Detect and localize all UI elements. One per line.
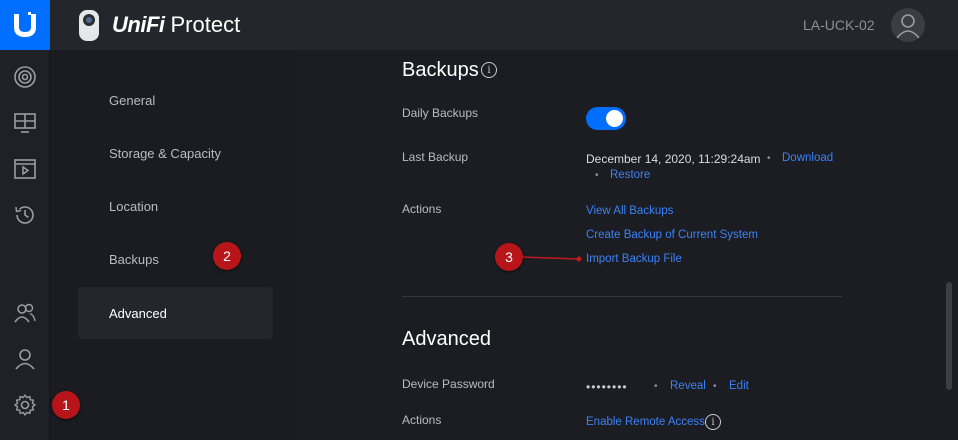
annotation-marker-2: 2 bbox=[213, 242, 241, 270]
last-backup-value: December 14, 2020, 11:29:24am bbox=[586, 152, 761, 166]
history-icon[interactable] bbox=[12, 202, 38, 228]
advanced-actions-label: Actions bbox=[402, 413, 442, 427]
app-brand: UniFi Protect bbox=[112, 12, 240, 38]
backup-actions-label: Actions bbox=[402, 202, 442, 216]
user-avatar-icon bbox=[896, 14, 920, 39]
nav-item-label: Advanced bbox=[109, 305, 167, 321]
nav-item-label: Location bbox=[109, 198, 159, 214]
daily-backups-toggle[interactable] bbox=[586, 107, 626, 130]
create-backup-link[interactable]: Create Backup of Current System bbox=[586, 229, 758, 241]
nav-item-label: Backups bbox=[109, 251, 159, 267]
separator-dot: • bbox=[595, 170, 599, 181]
annotation-marker-1: 1 bbox=[52, 391, 80, 419]
device-name: LA-UCK-02 bbox=[803, 17, 875, 33]
separator-dot: • bbox=[654, 381, 658, 392]
nav-item-general[interactable]: General bbox=[78, 74, 273, 126]
nav-item-location[interactable]: Location bbox=[78, 180, 273, 232]
scrollbar[interactable] bbox=[946, 282, 952, 390]
device-password-value: •••••••• bbox=[586, 380, 628, 394]
icon-rail bbox=[0, 50, 50, 440]
nav-item-storage[interactable]: Storage & Capacity bbox=[78, 127, 273, 179]
annotation-marker-3: 3 bbox=[495, 243, 523, 271]
download-link[interactable]: Download bbox=[782, 152, 833, 164]
video-clip-icon[interactable] bbox=[12, 156, 38, 182]
camera-dome-icon[interactable] bbox=[12, 64, 38, 90]
nav-item-backups[interactable]: Backups bbox=[78, 233, 273, 285]
advanced-title: Advanced bbox=[402, 328, 491, 350]
brand-product: Protect bbox=[170, 12, 241, 37]
last-backup-label: Last Backup bbox=[402, 150, 469, 164]
import-backup-link[interactable]: Import Backup File bbox=[586, 253, 682, 265]
view-all-backups-link[interactable]: View All Backups bbox=[586, 205, 673, 217]
settings-content: Backups i Daily Backups Last Backup Dece… bbox=[300, 50, 958, 440]
settings-nav: General Storage & Capacity Location Back… bbox=[50, 50, 300, 440]
restore-link[interactable]: Restore bbox=[610, 169, 650, 181]
toggle-knob bbox=[606, 110, 623, 127]
display-grid-icon[interactable] bbox=[12, 110, 38, 136]
users-icon[interactable] bbox=[12, 300, 38, 326]
gear-icon[interactable] bbox=[12, 392, 38, 418]
reveal-link[interactable]: Reveal bbox=[670, 380, 706, 392]
enable-remote-access-link[interactable]: Enable Remote Access bbox=[586, 416, 705, 428]
nav-item-label: General bbox=[109, 92, 156, 108]
separator-dot: • bbox=[767, 153, 771, 164]
unifi-protect-app: UniFi Protect LA-UCK-02 General Storage … bbox=[0, 0, 958, 440]
separator-dot: • bbox=[713, 381, 717, 392]
brand-unifi: UniFi bbox=[112, 12, 165, 37]
edit-link[interactable]: Edit bbox=[729, 380, 749, 392]
user-icon[interactable] bbox=[12, 346, 38, 372]
daily-backups-label: Daily Backups bbox=[402, 106, 479, 120]
section-divider bbox=[402, 296, 842, 297]
top-bar: UniFi Protect LA-UCK-02 bbox=[0, 0, 958, 50]
nav-item-advanced[interactable]: Advanced bbox=[78, 287, 273, 339]
info-icon[interactable]: i bbox=[705, 414, 721, 430]
device-password-label: Device Password bbox=[402, 377, 495, 391]
info-icon[interactable]: i bbox=[481, 62, 497, 78]
nav-item-label: Storage & Capacity bbox=[109, 145, 222, 161]
unifi-logo-icon[interactable] bbox=[0, 0, 50, 50]
avatar[interactable] bbox=[891, 8, 925, 42]
camera-device-icon bbox=[79, 10, 99, 41]
backups-title: Backups bbox=[402, 59, 479, 81]
